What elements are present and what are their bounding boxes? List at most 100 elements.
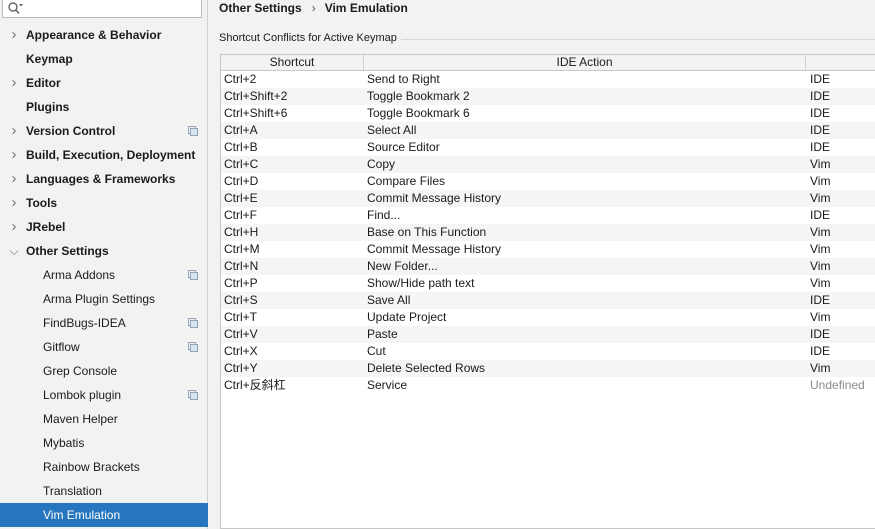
sidebar-item-grep-console[interactable]: Grep Console bbox=[0, 359, 208, 383]
cell-handler[interactable]: Vim bbox=[810, 156, 830, 173]
sidebar-item-label: Translation bbox=[43, 484, 102, 498]
section-divider bbox=[401, 39, 875, 40]
table-row[interactable]: Ctrl+E Commit Message History Vim bbox=[221, 190, 875, 207]
cell-handler[interactable]: IDE bbox=[810, 292, 830, 309]
chevron-right-icon[interactable]: › bbox=[8, 215, 20, 239]
chevron-right-icon[interactable]: › bbox=[8, 167, 20, 191]
chevron-right-icon[interactable]: › bbox=[8, 71, 20, 95]
sidebar-item-languages-frameworks[interactable]: › Languages & Frameworks bbox=[0, 167, 208, 191]
table-row[interactable]: Ctrl+X Cut IDE bbox=[221, 343, 875, 360]
table-row[interactable]: Ctrl+D Compare Files Vim bbox=[221, 173, 875, 190]
cell-handler[interactable]: Vim bbox=[810, 190, 830, 207]
cell-ide-action: Paste bbox=[367, 327, 398, 341]
sidebar-item-plugins[interactable]: Plugins bbox=[0, 95, 208, 119]
cell-handler[interactable]: Vim bbox=[810, 241, 830, 258]
sidebar-item-other-settings[interactable]: ⌵ Other Settings bbox=[0, 239, 208, 263]
table-row[interactable]: Ctrl+S Save All IDE bbox=[221, 292, 875, 309]
sidebar-item-mybatis[interactable]: Mybatis bbox=[0, 431, 208, 455]
sidebar-item-label: Maven Helper bbox=[43, 412, 118, 426]
sidebar-item-arma-plugin-settings[interactable]: Arma Plugin Settings bbox=[0, 287, 208, 311]
sidebar-item-label: Languages & Frameworks bbox=[26, 172, 176, 186]
cell-handler[interactable]: IDE bbox=[810, 122, 830, 139]
cell-ide-action: Send to Right bbox=[367, 72, 440, 86]
cell-ide-action: Find... bbox=[367, 208, 401, 222]
sidebar-item-tools[interactable]: › Tools bbox=[0, 191, 208, 215]
table-row[interactable]: Ctrl+Shift+6 Toggle Bookmark 6 IDE bbox=[221, 105, 875, 122]
cell-ide-action: Update Project bbox=[367, 310, 447, 324]
cell-shortcut: Ctrl+Y bbox=[224, 361, 258, 375]
chevron-right-icon[interactable]: › bbox=[8, 23, 20, 47]
cell-handler[interactable]: Vim bbox=[810, 360, 830, 377]
cell-handler[interactable]: Vim bbox=[810, 258, 830, 275]
cell-ide-action: Toggle Bookmark 2 bbox=[367, 89, 470, 103]
cell-handler[interactable]: IDE bbox=[810, 343, 830, 360]
table-row[interactable]: Ctrl+F Find... IDE bbox=[221, 207, 875, 224]
chevron-down-icon[interactable]: ⌵ bbox=[8, 239, 20, 263]
cell-ide-action: Commit Message History bbox=[367, 191, 502, 205]
column-header-handler[interactable] bbox=[806, 55, 875, 70]
breadcrumb: Other Settings › Vim Emulation bbox=[219, 0, 408, 16]
cell-shortcut: Ctrl+E bbox=[224, 191, 258, 205]
table-row[interactable]: Ctrl+C Copy Vim bbox=[221, 156, 875, 173]
cell-ide-action: Compare Files bbox=[367, 174, 446, 188]
cell-shortcut: Ctrl+V bbox=[224, 327, 258, 341]
cell-shortcut: Ctrl+反斜杠 bbox=[224, 378, 286, 392]
cell-handler[interactable]: IDE bbox=[810, 326, 830, 343]
sidebar-item-build-execution-deployment[interactable]: › Build, Execution, Deployment bbox=[0, 143, 208, 167]
table-row[interactable]: Ctrl+T Update Project Vim bbox=[221, 309, 875, 326]
chevron-right-icon[interactable]: › bbox=[8, 191, 20, 215]
cell-handler[interactable]: IDE bbox=[810, 105, 830, 122]
cell-handler[interactable]: IDE bbox=[810, 88, 830, 105]
sidebar-item-jrebel[interactable]: › JRebel bbox=[0, 215, 208, 239]
shortcut-conflicts-table[interactable]: Shortcut IDE Action Ctrl+2 Send to Right I… bbox=[220, 54, 875, 529]
cell-handler[interactable]: IDE bbox=[810, 207, 830, 224]
table-row[interactable]: Ctrl+M Commit Message History Vim bbox=[221, 241, 875, 258]
sidebar-item-arma-addons[interactable]: Arma Addons bbox=[0, 263, 208, 287]
cell-shortcut: Ctrl+C bbox=[224, 157, 259, 171]
chevron-right-icon[interactable]: › bbox=[8, 143, 20, 167]
table-row[interactable]: Ctrl+A Select All IDE bbox=[221, 122, 875, 139]
section-title: Shortcut Conflicts for Active Keymap bbox=[219, 32, 397, 44]
sidebar-item-gitflow[interactable]: Gitflow bbox=[0, 335, 208, 359]
table-row[interactable]: Ctrl+2 Send to Right IDE bbox=[221, 71, 875, 88]
cell-handler[interactable]: Vim bbox=[810, 309, 830, 326]
cell-handler[interactable]: Vim bbox=[810, 173, 830, 190]
table-row[interactable]: Ctrl+Y Delete Selected Rows Vim bbox=[221, 360, 875, 377]
chevron-right-icon[interactable]: › bbox=[8, 119, 20, 143]
table-row[interactable]: Ctrl+V Paste IDE bbox=[221, 326, 875, 343]
column-header-ide-action[interactable]: IDE Action bbox=[364, 55, 806, 70]
sidebar-item-appearance-behavior[interactable]: › Appearance & Behavior bbox=[0, 23, 208, 47]
sidebar-item-label: Arma Plugin Settings bbox=[43, 292, 156, 306]
sidebar-item-vim-emulation[interactable]: Vim Emulation bbox=[0, 503, 208, 527]
sidebar-item-maven-helper[interactable]: Maven Helper bbox=[0, 407, 208, 431]
sidebar-item-findbugs-idea[interactable]: FindBugs-IDEA bbox=[0, 311, 208, 335]
sidebar-item-version-control[interactable]: › Version Control bbox=[0, 119, 208, 143]
table-row[interactable]: Ctrl+H Base on This Function Vim bbox=[221, 224, 875, 241]
project-level-icon bbox=[188, 318, 198, 328]
cell-handler[interactable]: Vim bbox=[810, 275, 830, 292]
cell-handler[interactable]: IDE bbox=[810, 139, 830, 156]
cell-ide-action: Toggle Bookmark 6 bbox=[367, 106, 470, 120]
cell-ide-action: Copy bbox=[367, 157, 396, 171]
sidebar-item-lombok-plugin[interactable]: Lombok plugin bbox=[0, 383, 208, 407]
breadcrumb-parent[interactable]: Other Settings bbox=[219, 1, 302, 15]
table-row[interactable]: Ctrl+N New Folder... Vim bbox=[221, 258, 875, 275]
settings-search-input[interactable] bbox=[2, 0, 202, 18]
table-row[interactable]: Ctrl+反斜杠 Service Undefined bbox=[221, 377, 875, 394]
project-level-icon bbox=[188, 126, 198, 136]
table-row[interactable]: Ctrl+Shift+2 Toggle Bookmark 2 IDE bbox=[221, 88, 875, 105]
sidebar-item-label: Keymap bbox=[26, 52, 73, 66]
cell-shortcut: Ctrl+B bbox=[224, 140, 258, 154]
sidebar-item-editor[interactable]: › Editor bbox=[0, 71, 208, 95]
project-level-icon bbox=[188, 270, 198, 280]
sidebar-item-rainbow-brackets[interactable]: Rainbow Brackets bbox=[0, 455, 208, 479]
table-row[interactable]: Ctrl+B Source Editor IDE bbox=[221, 139, 875, 156]
cell-handler[interactable]: Undefined bbox=[810, 377, 865, 394]
search-icon[interactable] bbox=[7, 1, 23, 15]
sidebar-item-translation[interactable]: Translation bbox=[0, 479, 208, 503]
table-row[interactable]: Ctrl+P Show/Hide path text Vim bbox=[221, 275, 875, 292]
cell-handler[interactable]: Vim bbox=[810, 224, 830, 241]
column-header-shortcut[interactable]: Shortcut bbox=[221, 55, 364, 70]
cell-handler[interactable]: IDE bbox=[810, 71, 830, 88]
sidebar-item-keymap[interactable]: Keymap bbox=[0, 47, 208, 71]
